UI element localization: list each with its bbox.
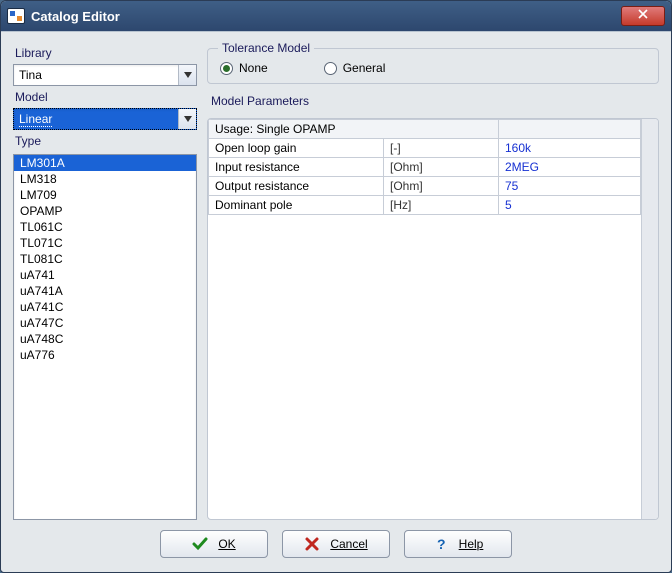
ok-label: OK xyxy=(218,537,235,551)
library-value: Tina xyxy=(19,68,42,82)
table-row[interactable]: Output resistance[Ohm]75 xyxy=(209,177,658,196)
list-item[interactable]: TL061C xyxy=(14,219,196,235)
parameters-table[interactable]: Usage: Single OPAMP Open loop gain[-]160… xyxy=(208,119,658,215)
radio-icon xyxy=(324,62,337,75)
param-unit: [Ohm] xyxy=(384,177,499,196)
catalog-editor-window: Catalog Editor Library Tina Model Linear xyxy=(0,0,672,573)
list-item[interactable]: uA748C xyxy=(14,331,196,347)
model-parameters-panel: Usage: Single OPAMP Open loop gain[-]160… xyxy=(207,118,659,520)
chevron-down-icon xyxy=(178,109,196,129)
ok-button[interactable]: OK xyxy=(160,530,268,558)
help-label: Help xyxy=(459,537,484,551)
radio-general[interactable]: General xyxy=(324,61,386,75)
chevron-down-icon xyxy=(178,65,196,85)
cancel-label: Cancel xyxy=(330,537,367,551)
list-item[interactable]: LM301A xyxy=(14,155,196,171)
list-item[interactable]: TL081C xyxy=(14,251,196,267)
param-value[interactable]: 2MEG xyxy=(499,158,641,177)
help-icon: ? xyxy=(433,536,449,552)
svg-text:?: ? xyxy=(437,536,446,552)
usage-header: Usage: Single OPAMP xyxy=(209,120,499,139)
param-name: Dominant pole xyxy=(209,196,384,215)
left-panel: Library Tina Model Linear Type LM301ALM3… xyxy=(13,42,197,520)
param-name: Output resistance xyxy=(209,177,384,196)
table-row[interactable]: Open loop gain[-]160k xyxy=(209,139,658,158)
table-row[interactable]: Input resistance[Ohm]2MEG xyxy=(209,158,658,177)
blank-header xyxy=(499,120,641,139)
tolerance-model-group: Tolerance Model None General xyxy=(207,48,659,84)
list-item[interactable]: uA747C xyxy=(14,315,196,331)
type-label: Type xyxy=(15,134,197,148)
list-item[interactable]: LM318 xyxy=(14,171,196,187)
client-area: Library Tina Model Linear Type LM301ALM3… xyxy=(1,31,671,572)
list-item[interactable]: LM709 xyxy=(14,187,196,203)
close-icon xyxy=(638,9,648,19)
vertical-scrollbar[interactable] xyxy=(641,119,658,519)
param-name: Open loop gain xyxy=(209,139,384,158)
param-unit: [Ohm] xyxy=(384,158,499,177)
param-value[interactable]: 75 xyxy=(499,177,641,196)
list-item[interactable]: OPAMP xyxy=(14,203,196,219)
param-value[interactable]: 160k xyxy=(499,139,641,158)
radio-general-label: General xyxy=(343,61,386,75)
type-listbox[interactable]: LM301ALM318LM709OPAMPTL061CTL071CTL081Cu… xyxy=(13,154,197,520)
library-label: Library xyxy=(15,46,197,60)
model-value: Linear xyxy=(19,112,52,127)
list-item[interactable]: uA741C xyxy=(14,299,196,315)
table-row[interactable]: Dominant pole[Hz]5 xyxy=(209,196,658,215)
list-item[interactable]: TL071C xyxy=(14,235,196,251)
model-parameters-label: Model Parameters xyxy=(211,94,659,108)
app-icon xyxy=(7,8,25,24)
list-item[interactable]: uA776 xyxy=(14,347,196,363)
param-unit: [Hz] xyxy=(384,196,499,215)
button-bar: OK Cancel ? Help xyxy=(13,520,659,562)
window-title: Catalog Editor xyxy=(31,9,120,24)
help-button[interactable]: ? Help xyxy=(404,530,512,558)
cross-icon xyxy=(304,536,320,552)
param-name: Input resistance xyxy=(209,158,384,177)
list-item[interactable]: uA741A xyxy=(14,283,196,299)
right-panel: Tolerance Model None General Model Param… xyxy=(207,42,659,520)
tolerance-legend: Tolerance Model xyxy=(218,41,314,55)
model-label: Model xyxy=(15,90,197,104)
radio-icon xyxy=(220,62,233,75)
library-combo[interactable]: Tina xyxy=(13,64,197,86)
check-icon xyxy=(192,536,208,552)
cancel-button[interactable]: Cancel xyxy=(282,530,390,558)
param-value[interactable]: 5 xyxy=(499,196,641,215)
model-combo[interactable]: Linear xyxy=(13,108,197,130)
close-button[interactable] xyxy=(621,6,665,26)
radio-none-label: None xyxy=(239,61,268,75)
titlebar: Catalog Editor xyxy=(1,1,671,31)
radio-none[interactable]: None xyxy=(220,61,268,75)
param-unit: [-] xyxy=(384,139,499,158)
list-item[interactable]: uA741 xyxy=(14,267,196,283)
